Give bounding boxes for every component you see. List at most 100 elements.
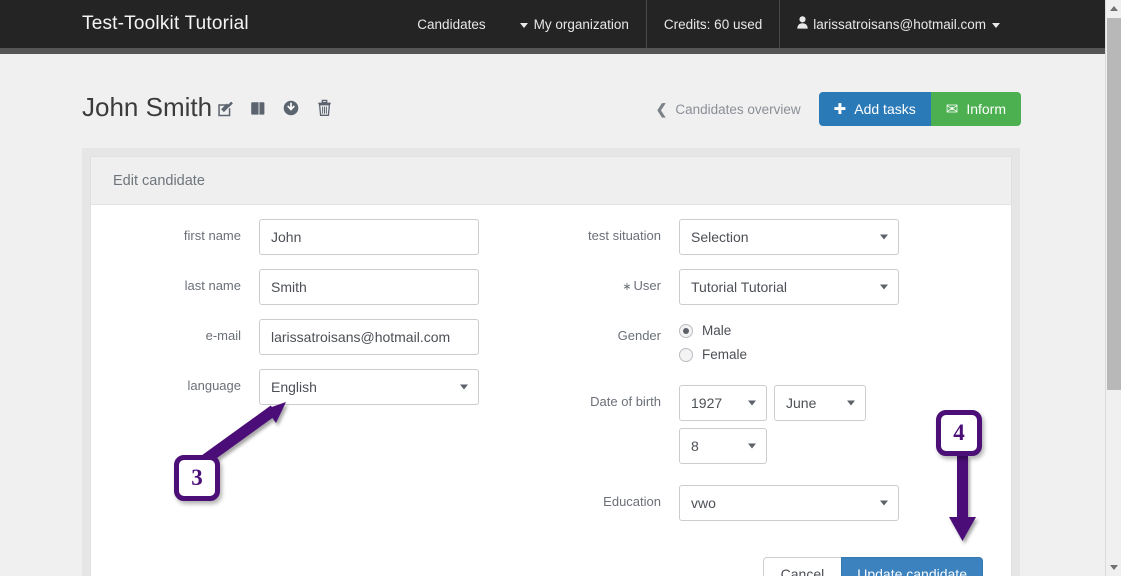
user-label-text: User [633,278,661,293]
user-select-value: Tutorial Tutorial [691,279,787,295]
scrollbar-thumb[interactable] [1107,18,1121,390]
annotation-callout-3: 3 [174,455,220,501]
inform-button[interactable]: ✉ Inform [930,92,1021,126]
panel-header: Edit candidate [91,157,1011,205]
page-header-actions: ❮ Candidates overview ✚ Add tasks ✉ Info… [656,92,1021,126]
trash-icon[interactable] [315,98,333,118]
first-name-label: first name [183,228,241,243]
gender-option-female[interactable]: Female [679,347,747,362]
chevron-down-icon [880,500,888,506]
email-control [259,319,479,355]
copy-icon[interactable] [249,98,267,118]
last-name-input[interactable] [259,269,479,305]
user-icon [797,16,808,32]
plus-icon: ✚ [833,100,847,118]
navbar-right-group: Candidates My organization Credits: 60 u… [400,0,1017,48]
radio-unselected-icon[interactable] [679,347,693,362]
download-icon[interactable] [282,98,300,118]
nav-item-credits-label: Credits: 60 used [663,16,763,32]
education-label: Education [603,494,661,509]
annotation-callout-4: 4 [936,410,982,456]
email-input[interactable] [259,319,479,355]
scroll-down-button[interactable] [1106,559,1121,576]
panel-header-title: Edit candidate [113,172,205,189]
gender-label: Gender [617,328,661,343]
test-situation-control: Selection [679,219,899,255]
add-tasks-label: Add tasks [854,101,916,117]
scroll-up-button[interactable] [1106,0,1121,17]
date-of-birth-control: 1927 June 8 [679,385,866,471]
navbar-underline [0,48,1105,54]
first-name-input[interactable] [259,219,479,255]
gender-option-male-label: Male [702,323,732,338]
field-row-language: language English [91,369,561,405]
page-title-row: John Smith ❮ Candidates overview ✚ Add t… [0,92,1105,140]
vertical-scrollbar[interactable] [1105,0,1121,576]
education-select[interactable]: vwo [679,485,899,521]
app-brand[interactable]: Test-Toolkit Tutorial [82,13,249,35]
form-left-column: first name last name e-m [91,219,561,419]
gender-option-female-label: Female [702,347,748,362]
nav-item-credits[interactable]: Credits: 60 used [645,0,779,48]
first-name-control [259,219,479,255]
envelope-icon: ✉ [945,100,959,118]
language-control: English [259,369,479,405]
page-title-icon-group [216,98,333,118]
field-row-last-name: last name [91,269,561,305]
birth-month-select[interactable]: June [774,385,866,421]
language-select[interactable]: English [259,369,479,405]
annotation-callout-3-number: 3 [191,465,203,490]
browser-content: Test-Toolkit Tutorial Candidates My orga… [0,0,1121,576]
edit-candidate-card: Edit candidate first name last name [82,148,1020,576]
form-right-column: test situation Selection ∗ User Tutorial… [561,219,1021,535]
update-candidate-button[interactable]: Update candidate [841,557,983,576]
triangle-down-icon [1110,565,1118,570]
radio-selected-icon[interactable] [679,323,693,338]
add-tasks-button[interactable]: ✚ Add tasks [818,92,931,126]
triangle-up-icon [1110,6,1118,11]
test-situation-select[interactable]: Selection [679,219,899,255]
nav-item-account[interactable]: larissatroisans@hotmail.com [779,0,1017,48]
chevron-down-icon [847,400,855,406]
last-name-control [259,269,479,305]
education-select-value: vwo [691,495,716,511]
nav-item-candidates-label: Candidates [417,16,486,32]
user-select[interactable]: Tutorial Tutorial [679,269,899,305]
language-label: language [187,378,242,393]
field-row-email: e-mail [91,319,561,355]
required-marker: ∗ [622,281,632,293]
email-label: e-mail [205,328,241,343]
inform-label: Inform [966,101,1006,117]
user-control: Tutorial Tutorial [679,269,899,305]
annotation-callout-4-number: 4 [953,420,965,445]
education-control: vwo [679,485,899,521]
candidates-overview-link[interactable]: ❮ Candidates overview [656,101,801,118]
chevron-left-icon: ❮ [655,100,668,117]
chevron-down-icon [748,443,756,449]
nav-item-account-label: larissatroisans@hotmail.com [813,16,986,32]
chevron-down-icon [992,22,1000,28]
test-situation-label: test situation [588,228,661,243]
chevron-down-icon [880,284,888,290]
page-viewport: Test-Toolkit Tutorial Candidates My orga… [0,0,1105,576]
birth-year-select[interactable]: 1927 [679,385,767,421]
candidates-overview-label: Candidates overview [675,101,801,117]
chevron-down-icon [748,400,756,406]
cancel-button[interactable]: Cancel [762,557,842,576]
page-title: John Smith [82,92,213,122]
chevron-down-icon [880,234,888,240]
edit-icon[interactable] [216,98,234,118]
date-of-birth-row-1: 1927 June [679,385,866,421]
field-row-education: Education vwo [561,485,1021,521]
birth-day-value: 8 [691,438,699,454]
birth-day-select[interactable]: 8 [679,428,767,464]
caret-down-icon [519,22,528,28]
gender-option-male[interactable]: Male [679,323,747,338]
nav-item-candidates[interactable]: Candidates [400,0,502,48]
date-of-birth-label: Date of birth [590,394,661,409]
edit-candidate-form: first name last name e-m [91,205,1011,576]
birth-year-value: 1927 [691,395,723,411]
nav-item-my-organization[interactable]: My organization [503,0,646,48]
edit-candidate-panel: Edit candidate first name last name [90,156,1012,576]
field-row-gender: Gender Male Female [561,319,1021,371]
